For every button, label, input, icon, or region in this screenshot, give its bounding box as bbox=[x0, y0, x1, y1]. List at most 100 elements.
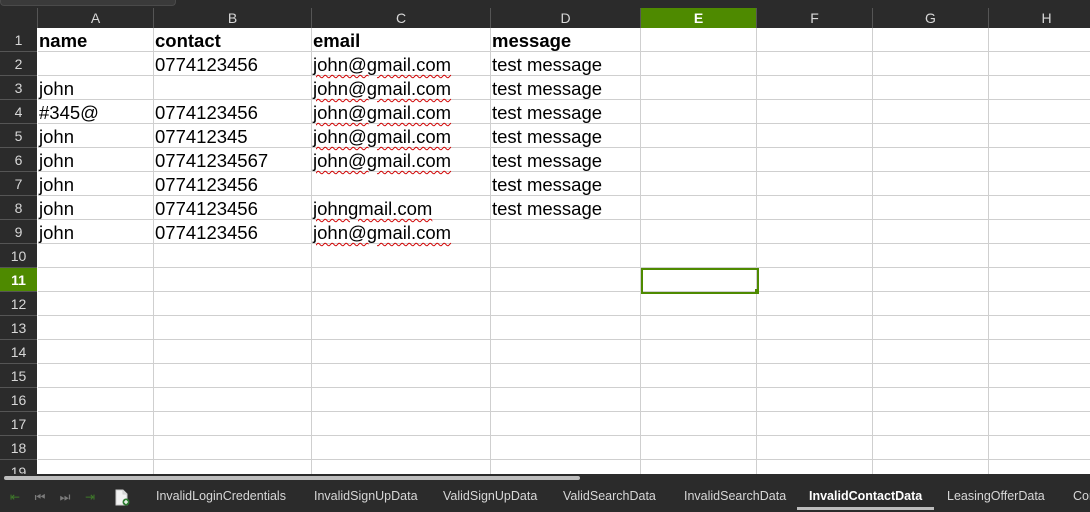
previous-sheet-icon[interactable]: ⏮ bbox=[31, 489, 49, 505]
cell-d3[interactable]: test message bbox=[491, 76, 602, 100]
cell-c7[interactable] bbox=[312, 172, 313, 196]
cell-b6[interactable]: 07741234567 bbox=[154, 148, 268, 172]
cell-d1[interactable]: message bbox=[491, 28, 571, 52]
cell-b3[interactable] bbox=[154, 76, 155, 100]
cell-c8[interactable]: johngmail.com bbox=[312, 196, 432, 220]
grid-line bbox=[988, 28, 989, 474]
grid-line bbox=[38, 459, 1090, 460]
sheet-tab-invalid-login-credentials[interactable]: InvalidLoginCredentials bbox=[156, 482, 286, 510]
column-header-g[interactable]: G bbox=[873, 8, 989, 28]
grid-line bbox=[38, 387, 1090, 388]
select-all-corner[interactable] bbox=[0, 8, 38, 28]
column-header-d[interactable]: D bbox=[491, 8, 641, 28]
cell-d6[interactable]: test message bbox=[491, 148, 602, 172]
cell-c6[interactable]: john@gmail.com bbox=[312, 148, 451, 172]
cell-a6[interactable]: john bbox=[38, 148, 74, 172]
cell-c4[interactable]: john@gmail.com bbox=[312, 100, 451, 124]
cell-d2[interactable]: test message bbox=[491, 52, 602, 76]
toolbar-strip bbox=[0, 0, 1090, 8]
grid-line bbox=[640, 28, 641, 474]
row-header[interactable]: 19 bbox=[0, 460, 37, 474]
sheet-tab-valid-search-data[interactable]: ValidSearchData bbox=[563, 482, 656, 510]
cell-a7[interactable]: john bbox=[38, 172, 74, 196]
cell-a3[interactable]: john bbox=[38, 76, 74, 100]
sheet-tab-bar: ⇤ ⏮ ⏭ ⇥ InvalidLoginCredentials InvalidS… bbox=[0, 482, 1090, 512]
row-header[interactable]: 3 bbox=[0, 76, 37, 100]
sheet-tab-invalid-signup-data[interactable]: InvalidSignUpData bbox=[314, 482, 418, 510]
cell-a2[interactable] bbox=[38, 52, 39, 76]
cell-b7[interactable]: 0774123456 bbox=[154, 172, 258, 196]
add-sheet-icon[interactable] bbox=[114, 489, 130, 506]
row-header[interactable]: 7 bbox=[0, 172, 37, 196]
toolbar-tab[interactable] bbox=[0, 0, 176, 6]
cell-b1[interactable]: contact bbox=[154, 28, 221, 52]
grid-line bbox=[872, 28, 873, 474]
sheet-tab-leasing-offer-data[interactable]: LeasingOfferData bbox=[947, 482, 1045, 510]
column-header-h[interactable]: H bbox=[989, 8, 1090, 28]
grid-line bbox=[38, 315, 1090, 316]
row-header[interactable]: 17 bbox=[0, 412, 37, 436]
cell-grid[interactable]: name contact email message 0774123456 jo… bbox=[38, 28, 1090, 474]
last-sheet-icon[interactable]: ⇥ bbox=[81, 489, 99, 505]
row-header[interactable]: 13 bbox=[0, 316, 37, 340]
cell-d7[interactable]: test message bbox=[491, 172, 602, 196]
row-header[interactable]: 16 bbox=[0, 388, 37, 412]
cell-b5[interactable]: 077412345 bbox=[154, 124, 248, 148]
grid-line bbox=[756, 28, 757, 474]
row-header[interactable]: 1 bbox=[0, 28, 37, 52]
grid-line bbox=[38, 435, 1090, 436]
row-header-selected[interactable]: 11 bbox=[0, 268, 37, 292]
cell-c9[interactable]: john@gmail.com bbox=[312, 220, 451, 244]
cell-d5[interactable]: test message bbox=[491, 124, 602, 148]
cell-a8[interactable]: john bbox=[38, 196, 74, 220]
cell-c5[interactable]: john@gmail.com bbox=[312, 124, 451, 148]
row-header[interactable]: 6 bbox=[0, 148, 37, 172]
grid-line bbox=[38, 267, 1090, 268]
cell-c2[interactable]: john@gmail.com bbox=[312, 52, 451, 76]
row-header[interactable]: 12 bbox=[0, 292, 37, 316]
cell-b9[interactable]: 0774123456 bbox=[154, 220, 258, 244]
grid-line bbox=[38, 291, 1090, 292]
row-header[interactable]: 18 bbox=[0, 436, 37, 460]
column-header-e[interactable]: E bbox=[641, 8, 757, 28]
column-header-b[interactable]: B bbox=[154, 8, 312, 28]
row-header[interactable]: 9 bbox=[0, 220, 37, 244]
column-header-c[interactable]: C bbox=[312, 8, 491, 28]
row-header[interactable]: 15 bbox=[0, 364, 37, 388]
cell-c1[interactable]: email bbox=[312, 28, 360, 52]
row-header[interactable]: 2 bbox=[0, 52, 37, 76]
cell-a5[interactable]: john bbox=[38, 124, 74, 148]
sheet-tab-valid-signup-data[interactable]: ValidSignUpData bbox=[443, 482, 537, 510]
column-header-row: A B C D E F G H bbox=[0, 8, 1090, 28]
row-header[interactable]: 8 bbox=[0, 196, 37, 220]
active-cell-cursor[interactable] bbox=[641, 268, 759, 294]
cell-d8[interactable]: test message bbox=[491, 196, 602, 220]
grid-line bbox=[38, 363, 1090, 364]
column-header-f[interactable]: F bbox=[757, 8, 873, 28]
cell-b2[interactable]: 0774123456 bbox=[154, 52, 258, 76]
grid-line bbox=[38, 339, 1090, 340]
column-header-a[interactable]: A bbox=[38, 8, 154, 28]
sheet-tab-invalid-search-data[interactable]: InvalidSearchData bbox=[684, 482, 786, 510]
sheet-tab-invalid-contact-data[interactable]: InvalidContactData bbox=[796, 482, 935, 510]
sheet-tab-truncated[interactable]: Con bbox=[1073, 482, 1090, 510]
horizontal-scrollbar[interactable] bbox=[0, 474, 1090, 482]
cell-b8[interactable]: 0774123456 bbox=[154, 196, 258, 220]
autofill-handle[interactable] bbox=[755, 289, 759, 293]
row-header[interactable]: 14 bbox=[0, 340, 37, 364]
cell-c3[interactable]: john@gmail.com bbox=[312, 76, 451, 100]
cell-b4[interactable]: 0774123456 bbox=[154, 100, 258, 124]
cell-a1[interactable]: name bbox=[38, 28, 87, 52]
cell-a4[interactable]: #345@ bbox=[38, 100, 99, 124]
scrollbar-thumb[interactable] bbox=[4, 476, 580, 480]
first-sheet-icon[interactable]: ⇤ bbox=[6, 489, 24, 505]
cell-d4[interactable]: test message bbox=[491, 100, 602, 124]
cell-a9[interactable]: john bbox=[38, 220, 74, 244]
row-header-column: 1 2 3 4 5 6 7 8 9 10 11 12 13 14 15 16 1… bbox=[0, 28, 37, 474]
row-header[interactable]: 4 bbox=[0, 100, 37, 124]
cell-d9[interactable] bbox=[491, 220, 492, 244]
grid-line bbox=[38, 411, 1090, 412]
next-sheet-icon[interactable]: ⏭ bbox=[56, 489, 74, 505]
row-header[interactable]: 5 bbox=[0, 124, 37, 148]
row-header[interactable]: 10 bbox=[0, 244, 37, 268]
